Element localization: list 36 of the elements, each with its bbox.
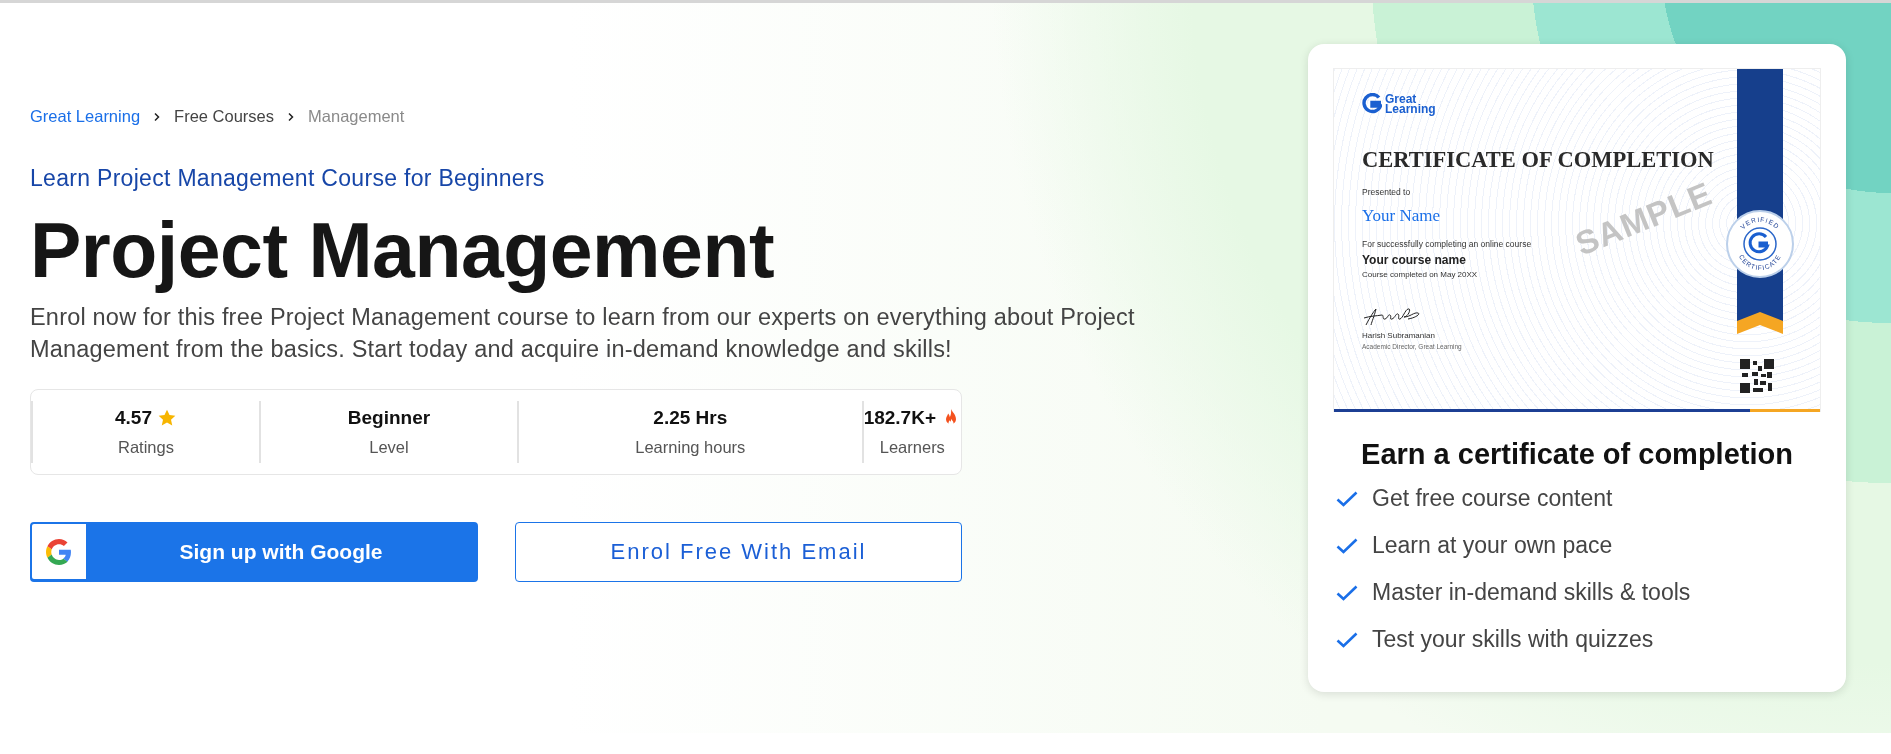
stat-value: 2.25 Hrs	[653, 406, 728, 429]
feature-item: Get free course content	[1372, 485, 1613, 512]
checkmark-icon	[1336, 631, 1358, 648]
stat-value: Beginner	[347, 406, 431, 429]
enrol-email-button[interactable]: Enrol Free With Email	[515, 521, 962, 582]
presented-label: Presented to	[1362, 187, 1411, 197]
feature-item: Test your skills with quizzes	[1372, 626, 1654, 653]
breadcrumb-link[interactable]: Free Courses	[174, 107, 275, 126]
checkmark-icon	[1336, 490, 1358, 507]
great-learning-logo-icon	[1362, 93, 1382, 115]
checkmark-icon	[1336, 537, 1358, 554]
google-logo-icon	[46, 538, 72, 565]
course-subtitle: Learn Project Management Course for Beginners	[30, 165, 545, 192]
course-name: Your course name	[1362, 253, 1466, 267]
completion-date: Course completed on May 20XX	[1362, 270, 1478, 279]
card-heading: Earn a certificate of completion	[1361, 438, 1793, 471]
course-title: Project Management	[30, 208, 775, 293]
feature-item: Master in-demand skills & tools	[1372, 579, 1691, 606]
qr-code-icon	[1740, 359, 1774, 393]
stat-label: Learning hours	[635, 437, 746, 457]
certificate-heading: CERTIFICATE OF COMPLETION	[1362, 147, 1714, 173]
stat-label: Ratings	[118, 437, 174, 457]
checkmark-icon	[1336, 584, 1358, 601]
completion-text: For successfully completing an online course	[1362, 239, 1532, 249]
stat-label: Learners	[879, 437, 945, 457]
stat-label: Level	[369, 437, 409, 457]
feature-item: Learn at your own pace	[1372, 532, 1613, 559]
breadcrumb-link[interactable]: Great Learning	[30, 107, 141, 126]
course-description: Enrol now for this free Project Management course to learn from our experts on everything about Project Management from the basics. Start today and acquire in-demand knowledge and skills!	[30, 302, 1136, 364]
breadcrumb-current: Management	[308, 107, 405, 126]
signer-name: Harish Subramanian	[1362, 331, 1435, 340]
stat-value: 4.57	[115, 406, 152, 429]
google-signup-button[interactable]: Sign up with Google	[30, 521, 478, 582]
stat-value: 182.7K+	[863, 406, 936, 429]
recipient-name: Your Name	[1362, 206, 1441, 226]
logo-text: Great Learning	[1385, 94, 1437, 114]
